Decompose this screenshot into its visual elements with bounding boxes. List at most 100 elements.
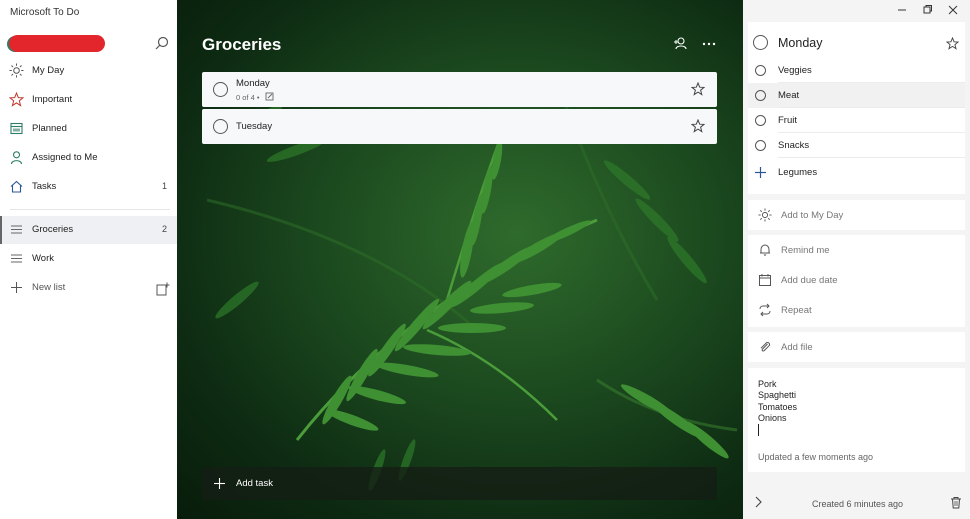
more-icon [702, 42, 716, 46]
list-icon [11, 254, 22, 263]
repeat-button[interactable]: Repeat [748, 295, 965, 325]
add-due-date-label: Add due date [781, 275, 838, 286]
sidebar-item-important[interactable]: Important [0, 86, 177, 114]
task-count: 2 [161, 224, 167, 234]
step-checkbox[interactable] [755, 65, 766, 76]
home-icon [10, 180, 23, 193]
account-button[interactable] [3, 33, 105, 53]
task-detail-pane: Monday Veggies Meat Fruit Snacks Legumes [743, 0, 970, 519]
plus-icon [214, 478, 225, 489]
note-line: Onions [758, 413, 787, 423]
sidebar-item-label: Assigned to Me [32, 152, 98, 163]
remind-me-label: Remind me [781, 245, 830, 256]
sidebar-item-label: Groceries [32, 224, 74, 235]
add-task-input[interactable]: Add task [202, 467, 717, 500]
remind-me-button[interactable]: Remind me [748, 235, 965, 265]
calendar-icon [759, 274, 771, 286]
plus-icon [755, 167, 766, 178]
sidebar-item-planned[interactable]: Planned [0, 115, 177, 143]
star-icon[interactable] [946, 37, 959, 50]
sidebar-item-my-day[interactable]: My Day [0, 57, 177, 85]
detail-footer: Created 6 minutes ago [743, 488, 970, 519]
divider [778, 157, 965, 158]
chevron-right-icon[interactable] [753, 496, 763, 508]
new-group-button[interactable] [156, 282, 170, 296]
star-icon [9, 92, 24, 107]
paperclip-icon [760, 341, 771, 352]
sidebar-item-label: Work [32, 253, 54, 264]
task-name: Monday [236, 78, 270, 89]
person-icon [10, 151, 23, 165]
add-step-input[interactable]: Legumes [748, 160, 965, 185]
calendar-icon [10, 122, 23, 135]
new-list-button[interactable]: New list [0, 274, 177, 302]
step-checkbox[interactable] [755, 115, 766, 126]
task-meta: 0 of 4 • [236, 92, 274, 102]
step-item[interactable]: Snacks [748, 133, 965, 158]
app-title: Microsoft To Do [10, 7, 80, 18]
bell-icon [760, 244, 770, 256]
note-icon [265, 92, 274, 101]
restore-icon[interactable] [920, 4, 934, 16]
repeat-icon [759, 303, 771, 317]
add-to-my-day-label: Add to My Day [781, 210, 844, 221]
note-line: Tomatoes [758, 402, 798, 412]
step-label: Snacks [778, 140, 810, 151]
sidebar: Microsoft To Do My Day Important Planned… [0, 0, 177, 519]
sidebar-item-work[interactable]: Work [0, 245, 177, 273]
add-due-date-button[interactable]: Add due date [748, 265, 965, 295]
add-task-label: Add task [236, 478, 273, 489]
close-icon[interactable] [946, 4, 960, 16]
step-item[interactable]: Veggies [748, 58, 965, 83]
step-checkbox[interactable] [755, 90, 766, 101]
search-icon [155, 36, 169, 50]
note-line: Pork [758, 379, 777, 389]
step-label: Fruit [778, 115, 797, 126]
task-name: Tuesday [236, 121, 273, 132]
step-label: Meat [778, 90, 800, 101]
sun-icon [9, 63, 24, 78]
sidebar-item-label: Planned [32, 123, 67, 134]
divider [10, 209, 170, 210]
new-group-icon [156, 282, 170, 296]
task-count: 1 [161, 181, 167, 191]
sidebar-item-assigned-to-me[interactable]: Assigned to Me [0, 144, 177, 172]
new-list-label: New list [32, 282, 66, 293]
sidebar-item-tasks[interactable]: Tasks 1 [0, 173, 177, 201]
minimize-icon[interactable] [895, 4, 909, 16]
complete-task-checkbox[interactable] [753, 35, 768, 50]
step-checkbox[interactable] [755, 140, 766, 151]
step-label: Veggies [778, 65, 812, 76]
task-title[interactable]: Monday [778, 36, 822, 50]
created-timestamp: Created 6 minutes ago [812, 499, 904, 509]
sun-icon [758, 208, 772, 222]
star-icon[interactable] [691, 82, 705, 96]
sidebar-item-label: Tasks [32, 181, 57, 192]
step-item[interactable]: Meat [748, 83, 965, 108]
repeat-label: Repeat [781, 305, 812, 316]
complete-task-checkbox[interactable] [213, 82, 228, 97]
plus-icon [11, 282, 22, 293]
step-input-value: Legumes [778, 167, 818, 178]
step-progress: 0 of 4 • [236, 93, 260, 102]
task-item-monday[interactable]: Monday 0 of 4 • [202, 72, 717, 107]
sidebar-item-label: My Day [32, 65, 65, 76]
share-list-button[interactable] [671, 34, 691, 54]
note-line: Spaghetti [758, 390, 797, 400]
sidebar-item-groceries[interactable]: Groceries 2 [0, 216, 177, 244]
step-item[interactable]: Fruit [748, 108, 965, 133]
trash-icon[interactable] [950, 496, 962, 509]
task-item-tuesday[interactable]: Tuesday [202, 109, 717, 144]
text-cursor [758, 424, 759, 436]
redacted-account-name [9, 35, 105, 52]
list-title: Groceries [202, 35, 282, 54]
note-updated-text: Updated a few moments ago [758, 452, 874, 462]
add-file-label: Add file [781, 342, 813, 353]
add-person-icon [674, 37, 687, 50]
add-file-button[interactable]: Add file [748, 332, 965, 362]
search-button[interactable] [153, 35, 171, 53]
more-options-button[interactable] [699, 34, 719, 54]
add-to-my-day-button[interactable]: Add to My Day [748, 200, 965, 230]
star-icon[interactable] [691, 119, 705, 133]
complete-task-checkbox[interactable] [213, 119, 228, 134]
